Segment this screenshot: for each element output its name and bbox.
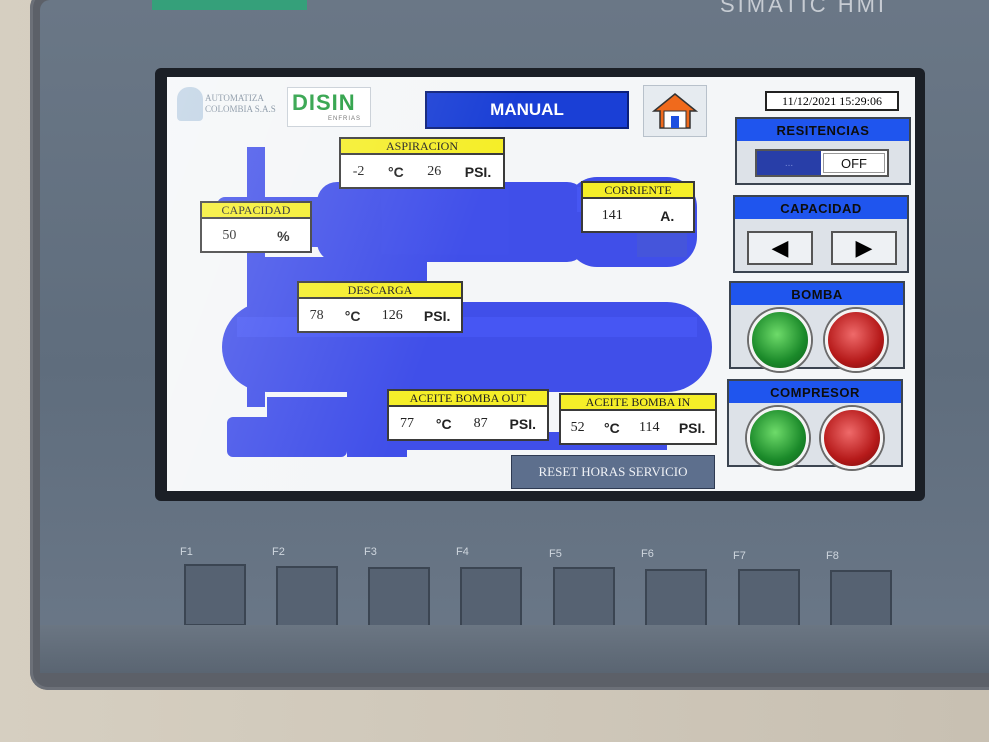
descarga-temp: 78 <box>309 308 324 323</box>
readout-aspiracion: ASPIRACION -2 °C 26 PSI. <box>339 137 505 189</box>
automatiza-logo-text: AUTOMATIZA COLOMBIA S.A.S <box>205 93 276 114</box>
aceite-in-pressure: 114 <box>639 420 660 435</box>
capacidad-value: 50 <box>222 228 237 243</box>
readout-aceite-in-label: ACEITE BOMBA IN <box>559 393 717 411</box>
mode-manual-button[interactable]: MANUAL <box>425 91 629 129</box>
fkey-f3[interactable] <box>368 567 430 629</box>
bomba-start-button[interactable] <box>749 309 811 371</box>
aceite-out-temp-unit: °C <box>435 416 452 432</box>
compresor-stop-button[interactable] <box>821 407 883 469</box>
aspiracion-pressure: 26 <box>427 164 442 179</box>
fkey-label-f8: F8 <box>826 550 839 562</box>
readout-aceite-out-label: ACEITE BOMBA OUT <box>387 389 549 407</box>
resistencias-toggle[interactable]: ... OFF <box>755 149 889 177</box>
readout-capacidad: CAPACIDAD 50 % <box>200 201 312 253</box>
resistencias-toggle-on: ... <box>757 151 821 175</box>
readout-capacidad-label: CAPACIDAD <box>200 201 312 219</box>
home-icon <box>652 93 698 129</box>
arrow-right-icon: ▶ <box>855 235 873 260</box>
aspiracion-pressure-unit: PSI. <box>464 164 492 180</box>
capacidad-increase-button[interactable]: ▶ <box>831 231 897 265</box>
fkey-f8[interactable] <box>830 570 892 632</box>
disin-logo: DISIN ENFRIAS <box>287 87 371 127</box>
panel-resistencias-title: RESITENCIAS <box>737 119 909 141</box>
corriente-unit: A. <box>660 208 675 224</box>
panel-capacidad-title: CAPACIDAD <box>735 197 907 219</box>
fkey-f4[interactable] <box>460 567 522 629</box>
capacidad-unit: % <box>277 228 290 244</box>
arrow-left-icon: ◀ <box>771 235 789 260</box>
fkey-label-f6: F6 <box>641 548 654 560</box>
fkey-label-f2: F2 <box>272 546 285 558</box>
brand-stripe <box>152 0 307 10</box>
descarga-pressure: 126 <box>381 308 403 323</box>
disin-logo-text: DISIN <box>292 90 356 115</box>
capacidad-decrease-button[interactable]: ◀ <box>747 231 813 265</box>
automatiza-logo: AUTOMATIZA COLOMBIA S.A.S <box>175 83 285 127</box>
fkey-label-f1: F1 <box>180 546 193 558</box>
resistencias-toggle-off: OFF <box>823 153 885 173</box>
readout-corriente-label: CORRIENTE <box>581 181 695 199</box>
fkey-label-f3: F3 <box>364 546 377 558</box>
aspiracion-temp-unit: °C <box>387 164 404 180</box>
home-button[interactable] <box>643 85 707 137</box>
panel-compresor: COMPRESOR <box>727 379 903 469</box>
panel-resistencias: RESITENCIAS ... OFF <box>735 117 911 185</box>
readout-aceite-bomba-out: ACEITE BOMBA OUT 77 °C 87 PSI. <box>387 389 549 441</box>
reset-service-hours-button[interactable]: RESET HORAS SERVICIO <box>511 455 715 489</box>
aceite-out-temp: 77 <box>399 416 414 431</box>
brand-text: SIMATIC HMI <box>720 0 888 17</box>
panel-capacidad: CAPACIDAD ◀ ▶ <box>733 195 909 273</box>
panel-compresor-title: COMPRESOR <box>729 381 901 403</box>
fkey-label-f4: F4 <box>456 546 469 558</box>
descarga-pressure-unit: PSI. <box>423 308 451 324</box>
disin-logo-subtext: ENFRIAS <box>328 116 362 122</box>
aspiracion-temp: -2 <box>352 164 365 179</box>
readout-corriente: CORRIENTE 141 A. <box>581 181 695 233</box>
panel-bomba-title: BOMBA <box>731 283 903 305</box>
fkey-f5[interactable] <box>553 567 615 629</box>
aceite-in-temp: 52 <box>570 420 585 435</box>
aceite-out-pressure: 87 <box>473 416 488 431</box>
fkey-f1[interactable] <box>184 564 246 626</box>
aceite-in-temp-unit: °C <box>603 420 620 436</box>
aceite-out-pressure-unit: PSI. <box>509 416 537 432</box>
readout-descarga-label: DESCARGA <box>297 281 463 299</box>
fkey-label-f7: F7 <box>733 550 746 562</box>
corriente-value: 141 <box>601 208 623 223</box>
descarga-temp-unit: °C <box>344 308 361 324</box>
function-keys-row: F1 F2 F3 F4 F5 F6 F7 F8 <box>0 540 989 632</box>
readout-aceite-bomba-in: ACEITE BOMBA IN 52 °C 114 PSI. <box>559 393 717 445</box>
fkey-label-f5: F5 <box>549 548 562 560</box>
compresor-start-button[interactable] <box>747 407 809 469</box>
bomba-stop-button[interactable] <box>825 309 887 371</box>
datetime-display: 11/12/2021 15:29:06 <box>765 91 899 111</box>
fkey-f7[interactable] <box>738 569 800 631</box>
panel-bomba: BOMBA <box>729 281 905 371</box>
aceite-in-pressure-unit: PSI. <box>678 420 706 436</box>
fkey-f6[interactable] <box>645 569 707 631</box>
hmi-lower-bezel <box>40 625 989 673</box>
logo-figure-icon <box>177 87 203 121</box>
readout-aspiracion-label: ASPIRACION <box>339 137 505 155</box>
readout-descarga: DESCARGA 78 °C 126 PSI. <box>297 281 463 333</box>
hmi-screen: AUTOMATIZA COLOMBIA S.A.S DISIN ENFRIAS … <box>167 77 915 491</box>
fkey-f2[interactable] <box>276 566 338 628</box>
